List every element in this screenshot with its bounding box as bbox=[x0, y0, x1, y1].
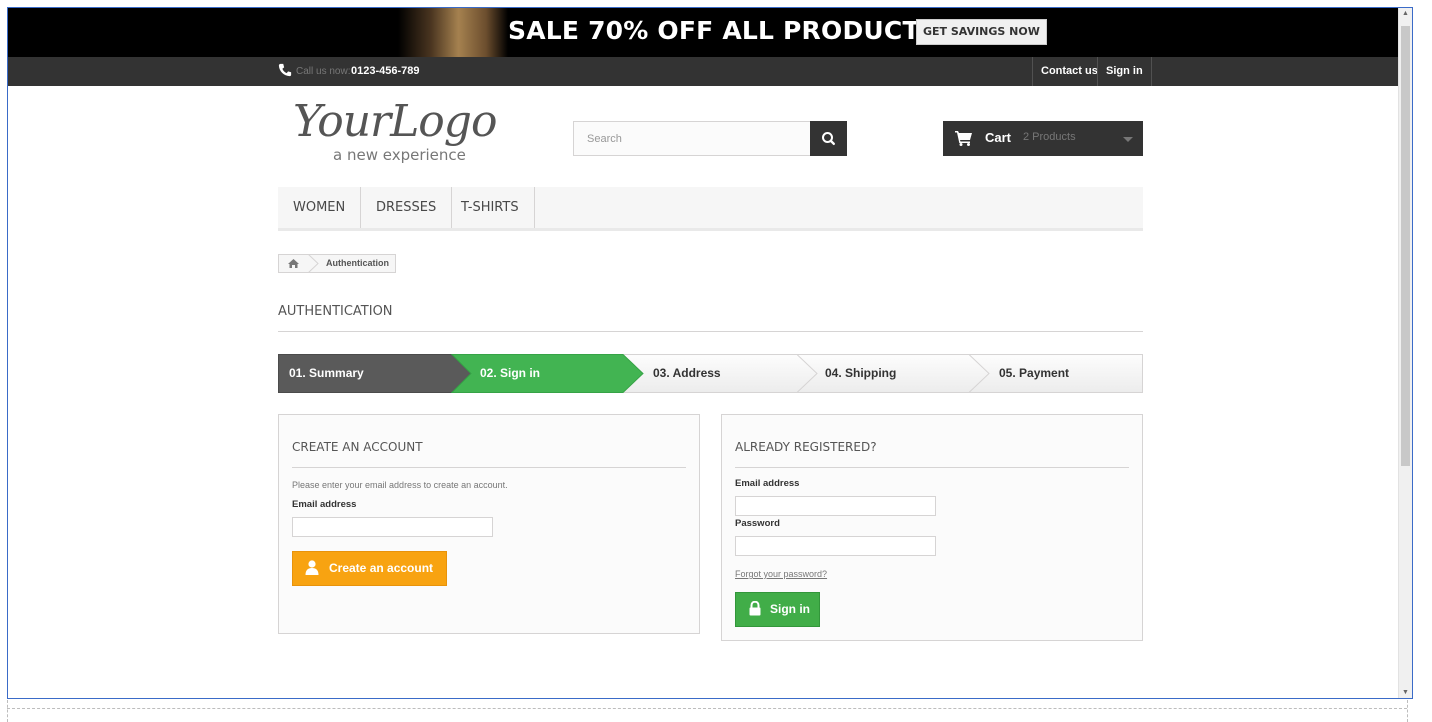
search-bar bbox=[573, 121, 847, 156]
logo-wordmark: YourLogo bbox=[293, 96, 497, 147]
forgot-password-link[interactable]: Forgot your password? bbox=[735, 569, 827, 579]
main-menu: WOMEN DRESSES T-SHIRTS bbox=[278, 187, 1143, 231]
checkout-steps: 01. Summary 02. Sign in 03. Address 04. … bbox=[278, 354, 1143, 393]
create-account-button[interactable]: Create an account bbox=[292, 551, 447, 586]
create-account-panel: CREATE AN ACCOUNT Please enter your emai… bbox=[278, 414, 700, 634]
selection-outline bbox=[7, 700, 8, 722]
browser-viewport: SALE 70% OFF ALL PRODUCTS GET SAVINGS NO… bbox=[7, 7, 1413, 699]
create-account-description: Please enter your email address to creat… bbox=[292, 480, 508, 490]
menu-item-t-shirts[interactable]: T-SHIRTS bbox=[446, 187, 535, 228]
search-input[interactable] bbox=[573, 121, 811, 156]
get-savings-button[interactable]: GET SAVINGS NOW bbox=[916, 19, 1047, 45]
sign-in-button[interactable]: Sign in bbox=[735, 592, 820, 627]
scroll-down-icon[interactable]: ▼ bbox=[1402, 689, 1409, 696]
search-button[interactable] bbox=[810, 121, 847, 156]
password-field[interactable] bbox=[735, 536, 936, 556]
home-icon[interactable] bbox=[279, 255, 309, 272]
menu-item-dresses[interactable]: DRESSES bbox=[361, 187, 453, 228]
create-account-button-label: Create an account bbox=[329, 561, 434, 575]
create-email-field[interactable] bbox=[292, 517, 493, 537]
chevron-down-icon bbox=[1123, 137, 1133, 142]
call-us-label: Call us now: bbox=[296, 66, 351, 77]
selection-outline bbox=[1407, 700, 1408, 722]
login-panel: ALREADY REGISTERED? Email address Passwo… bbox=[721, 414, 1143, 641]
promo-headline: SALE 70% OFF ALL PRODUCTS bbox=[508, 16, 938, 45]
scrollbar-thumb[interactable] bbox=[1401, 26, 1410, 466]
step-summary[interactable]: 01. Summary bbox=[289, 366, 364, 380]
login-email-field[interactable] bbox=[735, 496, 936, 516]
breadcrumb-separator bbox=[307, 254, 319, 273]
promo-model-image bbox=[398, 8, 508, 57]
step-shipping: 04. Shipping bbox=[825, 366, 897, 380]
cart-dropdown[interactable]: Cart 2 Products bbox=[943, 121, 1143, 156]
contact-us-link[interactable]: Contact us bbox=[1032, 57, 1106, 86]
phone-icon bbox=[278, 63, 292, 77]
breadcrumb: Authentication bbox=[278, 254, 396, 273]
create-email-label: Email address bbox=[292, 499, 357, 510]
breadcrumb-current: Authentication bbox=[326, 258, 389, 268]
selection-outline bbox=[7, 708, 1407, 709]
step-payment: 05. Payment bbox=[999, 366, 1070, 380]
step-sign-in[interactable]: 02. Sign in bbox=[480, 366, 540, 380]
phone-number: 0123-456-789 bbox=[351, 65, 420, 77]
page-title: AUTHENTICATION bbox=[278, 304, 1143, 332]
user-icon bbox=[305, 560, 319, 575]
site-logo[interactable]: YourLogo a new experience bbox=[293, 96, 523, 166]
login-title: ALREADY REGISTERED? bbox=[735, 440, 877, 454]
menu-item-women[interactable]: WOMEN bbox=[278, 187, 362, 228]
lock-icon bbox=[749, 601, 761, 616]
create-account-title: CREATE AN ACCOUNT bbox=[292, 440, 423, 454]
top-nav-bar: Call us now: 0123-456-789 Contact us Sig… bbox=[8, 57, 1400, 86]
password-label: Password bbox=[735, 518, 780, 529]
scroll-up-icon[interactable]: ▲ bbox=[1402, 10, 1409, 17]
promo-banner[interactable]: SALE 70% OFF ALL PRODUCTS GET SAVINGS NO… bbox=[8, 8, 1400, 57]
cart-icon bbox=[955, 131, 972, 146]
cart-label: Cart bbox=[985, 130, 1012, 145]
cart-product-count: 2 Products bbox=[1023, 131, 1076, 143]
divider bbox=[292, 467, 686, 468]
vertical-scrollbar[interactable]: ▲ ▼ bbox=[1398, 8, 1412, 698]
divider bbox=[735, 467, 1129, 468]
sign-in-button-label: Sign in bbox=[770, 602, 810, 616]
search-icon bbox=[822, 132, 835, 145]
logo-tagline: a new experience bbox=[333, 146, 466, 164]
step-address: 03. Address bbox=[653, 366, 721, 380]
login-email-label: Email address bbox=[735, 478, 800, 489]
header-sign-in-link[interactable]: Sign in bbox=[1097, 57, 1152, 86]
